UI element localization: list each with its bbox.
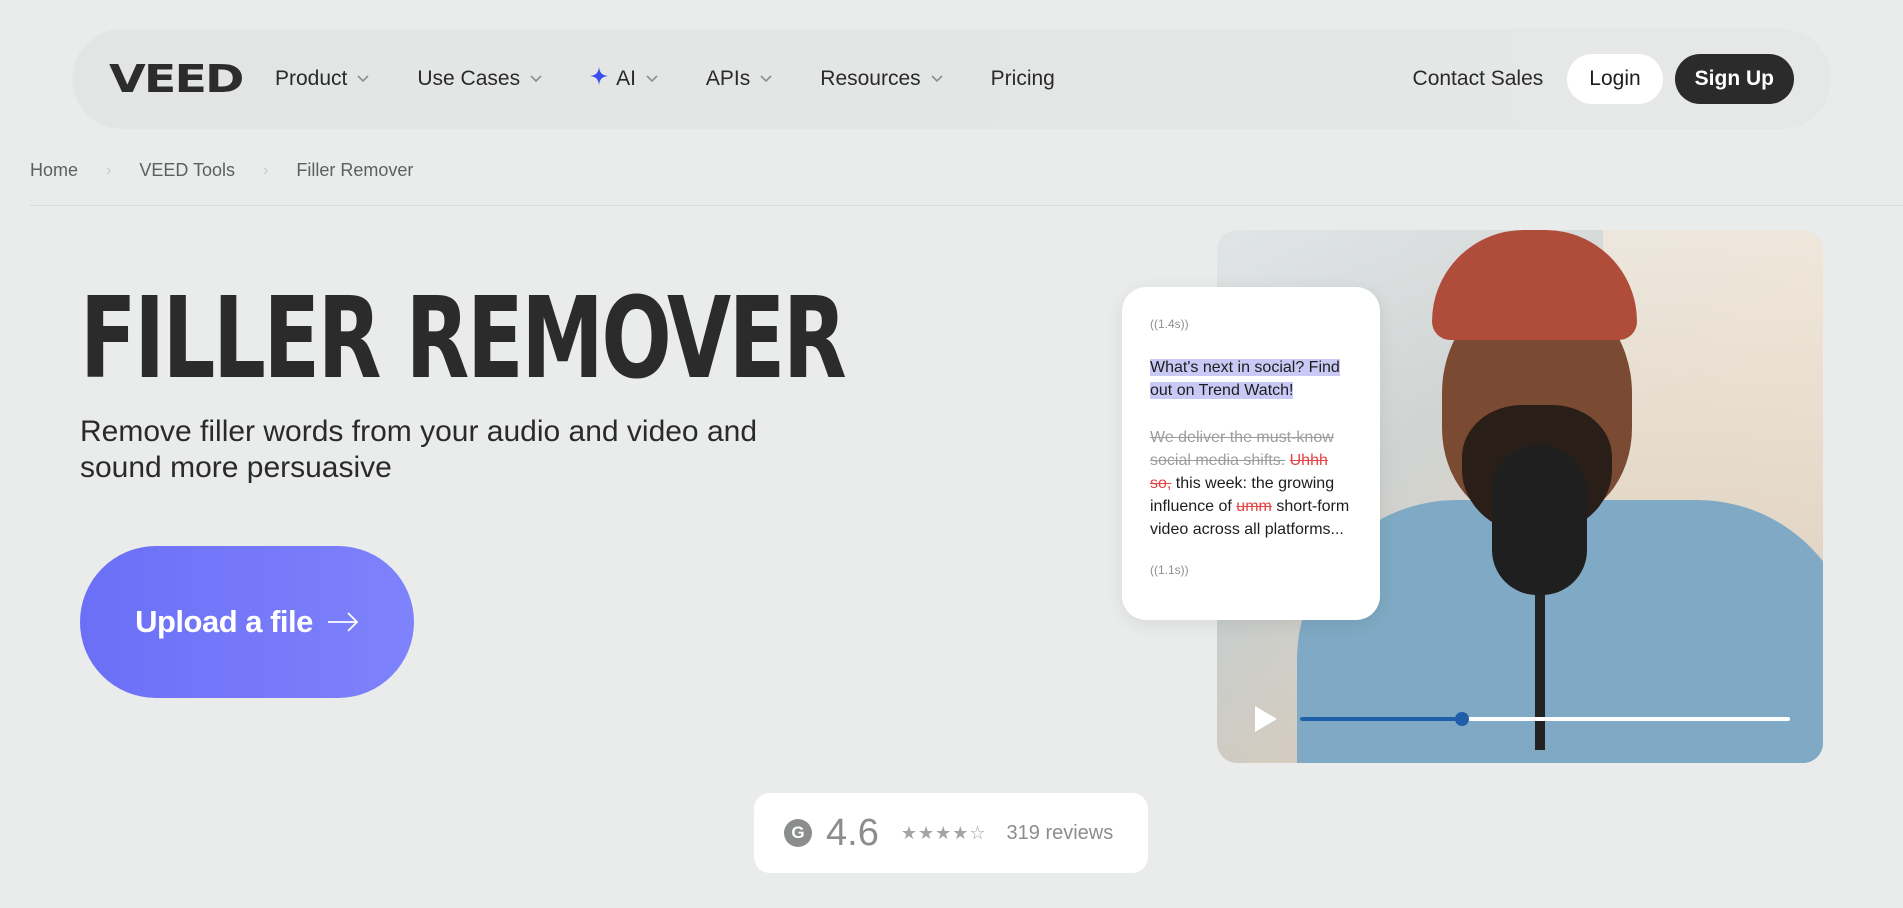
veed-logo[interactable]: VEED: [109, 57, 262, 101]
nav-ai[interactable]: AI: [590, 67, 658, 91]
upload-file-label: Upload a file: [135, 604, 313, 639]
arrow-right-icon: [327, 604, 359, 640]
transcript-paragraph: We deliver the must-know social media sh…: [1150, 426, 1352, 541]
rating-badge[interactable]: G 4.6 ★★★★☆ 319 reviews: [754, 793, 1148, 873]
nav-resources[interactable]: Resources: [820, 67, 943, 91]
nav-resources-label: Resources: [820, 67, 921, 90]
video-progress-fill: [1300, 717, 1462, 721]
nav-use-cases[interactable]: Use Cases: [417, 67, 542, 91]
sparkle-icon: [590, 67, 609, 91]
nav-apis[interactable]: APIs: [706, 67, 772, 91]
video-progress-bar[interactable]: [1300, 712, 1790, 726]
breadcrumb-home[interactable]: Home: [30, 160, 78, 181]
nav-product[interactable]: Product: [275, 67, 369, 91]
breadcrumb: Home › VEED Tools › Filler Remover: [30, 160, 413, 181]
chevron-down-icon: [646, 75, 658, 83]
filler-word: umm: [1236, 498, 1272, 515]
nav-use-cases-label: Use Cases: [417, 67, 521, 90]
nav-pricing[interactable]: Pricing: [991, 67, 1055, 91]
contact-sales-link[interactable]: Contact Sales: [1413, 67, 1544, 91]
upload-file-button[interactable]: Upload a file: [80, 546, 414, 698]
chevron-down-icon: [931, 75, 943, 83]
nav-actions: Contact Sales Login Sign Up: [1413, 54, 1794, 104]
transcript-highlight: What's next in social? Find out on Trend…: [1150, 356, 1352, 402]
breadcrumb-separator-icon: ›: [106, 161, 112, 179]
chevron-down-icon: [530, 75, 542, 83]
breadcrumb-veed-tools[interactable]: VEED Tools: [139, 160, 235, 181]
pause-marker: ((1.4s)): [1150, 317, 1189, 331]
chevron-down-icon: [760, 75, 772, 83]
breadcrumb-separator-icon: ›: [263, 161, 269, 179]
nav-product-label: Product: [275, 67, 348, 90]
microphone: [1492, 445, 1587, 595]
top-navbar: VEED Product Use Cases AI APIs Resources…: [73, 30, 1830, 128]
nav-apis-label: APIs: [705, 67, 751, 90]
pause-marker: ((1.1s)): [1150, 563, 1189, 577]
video-progress-knob[interactable]: [1454, 712, 1469, 726]
mic-stand: [1535, 590, 1545, 750]
signup-button[interactable]: Sign Up: [1674, 54, 1794, 104]
divider: [30, 205, 1903, 206]
g2-logo-icon: G: [784, 819, 812, 847]
star-rating-icon: ★★★★☆: [900, 822, 987, 843]
review-count: 319 reviews: [1006, 821, 1114, 844]
nav-ai-label: AI: [616, 67, 636, 90]
transcript-card: ((1.4s)) What's next in social? Find out…: [1122, 287, 1380, 620]
highlighted-text: What's next in social? Find out on Trend…: [1150, 359, 1340, 399]
play-icon[interactable]: [1255, 706, 1277, 732]
breadcrumb-current: Filler Remover: [296, 160, 414, 180]
page-subtitle: Remove filler words from your audio and …: [80, 415, 758, 484]
login-button[interactable]: Login: [1567, 54, 1663, 104]
rating-score: 4.6: [826, 811, 879, 854]
page-title: FILLER REMOVER: [80, 272, 847, 404]
chevron-down-icon: [357, 75, 369, 83]
nav-pricing-label: Pricing: [990, 67, 1055, 90]
